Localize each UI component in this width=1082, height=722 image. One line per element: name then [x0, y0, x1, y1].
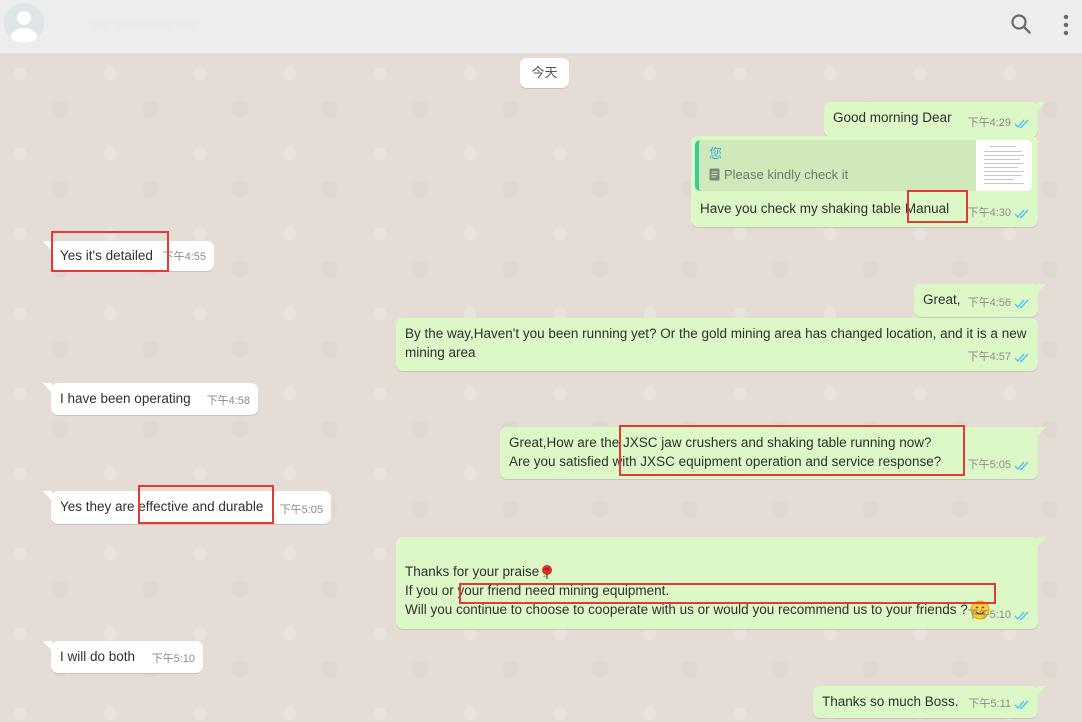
message-text: Great,How are the JXSC jaw crushers and …	[509, 435, 942, 469]
message-text: I have been operating	[60, 391, 191, 406]
message-bubble-incoming[interactable]: Yes they are effective and durable 下午5:0…	[43, 485, 331, 524]
message-time: 下午4:29	[967, 117, 1011, 129]
message-bubble-outgoing[interactable]: Good morning Dear 下午4:29	[824, 102, 1046, 137]
message-text: Yes it's detailed	[60, 248, 153, 263]
message-bubble-incoming[interactable]: Yes it's detailed 下午4:55	[43, 231, 214, 272]
document-icon	[709, 168, 720, 181]
message-bubble-outgoing[interactable]: By the way,Haven't you been running yet?…	[396, 318, 1038, 371]
rose-emoji	[542, 565, 553, 580]
message-time: 下午4:30	[967, 207, 1011, 219]
message-bubble-outgoing[interactable]: Thanks for your praise If you or your fr…	[396, 537, 1046, 629]
message-bubble-outgoing[interactable]: Great, 下午4:56	[914, 284, 1046, 317]
search-icon[interactable]	[1010, 13, 1032, 40]
read-ticks-icon	[1014, 299, 1029, 309]
quote-text: Please kindly check it	[724, 167, 849, 182]
read-ticks-icon	[1014, 461, 1029, 471]
chat-header: ···· ·· ·· ······ ····	[0, 0, 1082, 54]
read-ticks-icon	[1014, 353, 1029, 363]
document-thumbnail[interactable]	[976, 140, 1032, 191]
read-ticks-icon	[1014, 700, 1029, 710]
quote-author: 您	[709, 146, 723, 161]
message-time: 下午5:11	[968, 698, 1011, 710]
contact-name[interactable]: ···· ·· ·· ······ ····	[90, 16, 197, 33]
message-text: Thanks so much Boss.	[822, 694, 959, 709]
message-time: 下午4:55	[162, 251, 206, 263]
quoted-message[interactable]: 您 Please kindly check it	[695, 140, 1032, 191]
message-text: Good morning Dear	[833, 110, 952, 125]
message-text: I will do both	[60, 649, 136, 664]
message-time: 下午5:05	[279, 504, 323, 516]
message-time: 下午5:05	[967, 459, 1011, 471]
message-time: 下午5:10	[967, 609, 1011, 621]
read-ticks-icon	[1014, 119, 1029, 129]
date-divider: 今天	[520, 58, 569, 88]
message-time: 下午4:57	[967, 351, 1011, 363]
message-text: Have you check my shaking table Manual	[700, 201, 950, 216]
message-text: By the way,Haven't you been running yet?…	[405, 326, 1027, 360]
message-bubble-outgoing[interactable]: Thanks so much Boss. 下午5:11	[813, 686, 1046, 718]
contact-avatar[interactable]	[4, 3, 44, 43]
message-text-line: Will you continue to choose to cooperate…	[405, 602, 968, 617]
message-text-line: Thanks for your praise	[405, 564, 540, 579]
read-ticks-icon	[1014, 611, 1029, 621]
message-bubble-outgoing[interactable]: Great,How are the JXSC jaw crushers and …	[500, 425, 1046, 479]
message-bubble-incoming[interactable]: I have been operating 下午4:58	[43, 383, 258, 415]
message-bubble-outgoing[interactable]: 您 Please kindly check it Have you check …	[691, 136, 1038, 227]
message-bubble-incoming[interactable]: I will do both 下午5:10	[43, 641, 203, 673]
more-vertical-icon[interactable]	[1062, 13, 1070, 42]
message-time: 下午4:56	[967, 297, 1011, 309]
message-text-line: If you or your friend need mining equipm…	[405, 583, 670, 598]
message-time: 下午5:10	[151, 653, 195, 665]
message-time: 下午4:58	[206, 395, 250, 407]
message-text: Great,	[923, 292, 961, 307]
message-text: Yes they are effective and durable	[60, 499, 264, 514]
read-ticks-icon	[1014, 209, 1029, 219]
